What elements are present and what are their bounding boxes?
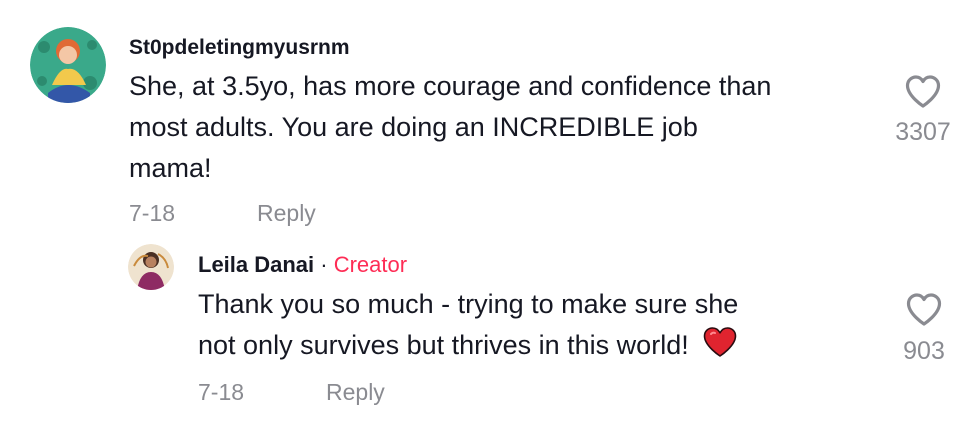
reply-separator: ·	[314, 252, 334, 277]
reply-text-line: Thank you so much - trying to make sure …	[198, 289, 739, 319]
reply-text-line: not only survives but thrives in this wo…	[198, 330, 689, 360]
heart-outline-icon	[906, 293, 942, 326]
reply-text-line-2: not only survives but thrives in this wo…	[198, 325, 878, 366]
commenter-avatar-image	[30, 27, 106, 103]
heart-outline-icon	[905, 75, 941, 108]
comment-text-line: mama!	[129, 153, 212, 183]
reply-text: Thank you so much - trying to make sure …	[198, 284, 878, 366]
reply-like-count: 903	[903, 337, 945, 365]
creator-badge: Creator	[333, 252, 408, 277]
comment-text-line: She, at 3.5yo, has more courage and conf…	[129, 71, 772, 101]
comment-like-count: 3307	[895, 118, 951, 146]
reply-username[interactable]: Leila Danai	[198, 252, 314, 277]
comment-date: 7-18	[129, 200, 176, 226]
red-heart-emoji	[703, 327, 737, 357]
comment-reply-button[interactable]: Reply	[257, 200, 316, 227]
commenter-avatar[interactable]	[30, 27, 106, 103]
reply-reply-button[interactable]: Reply	[326, 379, 385, 406]
comment-text-line: most adults. You are doing an INCREDIBLE…	[129, 112, 698, 142]
reply-avatar[interactable]	[128, 244, 174, 290]
reply-header: Leila Danai · Creator	[198, 252, 407, 278]
reply-avatar-image	[128, 244, 174, 290]
comment-username[interactable]: St0pdeletingmyusrnm	[129, 36, 350, 60]
reply-date: 7-18	[198, 379, 245, 405]
comment-like-button[interactable]	[904, 74, 942, 110]
reply-like-button[interactable]	[905, 292, 943, 328]
comment-text: She, at 3.5yo, has more courage and conf…	[129, 66, 889, 189]
